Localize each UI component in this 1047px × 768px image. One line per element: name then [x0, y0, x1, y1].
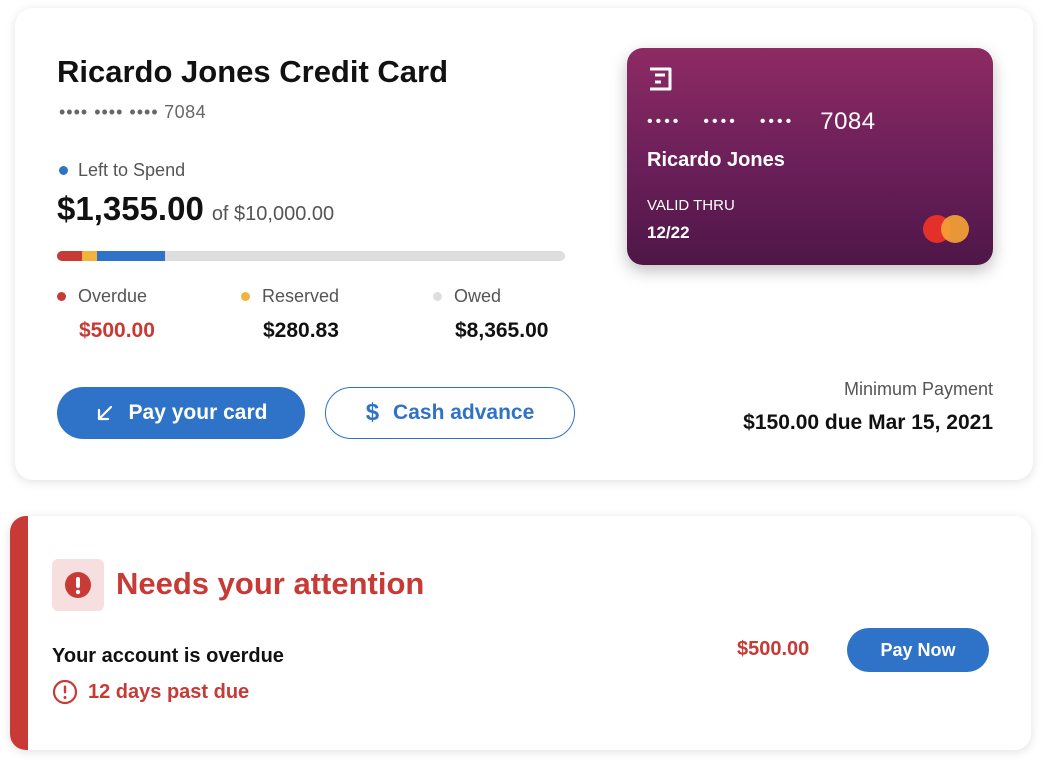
cash-advance-label: Cash advance — [393, 401, 535, 424]
past-due-text: 12 days past due — [88, 680, 250, 703]
usage-bar-left-segment — [96, 251, 166, 261]
cash-advance-button[interactable]: $ Cash advance — [325, 387, 575, 439]
left-to-spend-label-row: Left to Spend — [59, 160, 185, 181]
past-due-status: 12 days past due — [52, 679, 249, 705]
card-number-last4: 7084 — [820, 108, 876, 135]
alert-icon-box — [52, 559, 104, 611]
masked-card-last4: 7084 — [164, 102, 207, 122]
card-number-dots: •••• — [759, 113, 795, 130]
legend-overdue-value: $500.00 — [79, 319, 155, 342]
legend-reserved: Reserved $280.83 — [241, 286, 339, 343]
valid-thru-value: 12/22 — [647, 223, 690, 242]
usage-bar-reserved-segment — [82, 251, 97, 261]
legend-owed-value: $8,365.00 — [455, 319, 549, 342]
minimum-payment-value: $150.00 due Mar 15, 2021 — [743, 411, 993, 434]
legend-overdue-label: Overdue — [78, 286, 148, 306]
credit-card-graphic: •••• •••• •••• 7084 Ricardo Jones VALID … — [627, 48, 993, 265]
exclamation-circle-icon — [65, 572, 91, 598]
credit-card-summary-panel: Ricardo Jones Credit Card •••• •••• ••••… — [15, 8, 1033, 480]
usage-bar-overdue-segment — [57, 251, 83, 261]
card-holder-name: Ricardo Jones — [647, 149, 785, 171]
overdue-dot-icon — [57, 292, 66, 301]
credit-limit: of $10,000.00 — [211, 203, 335, 225]
pay-now-button[interactable]: Pay Now — [847, 628, 989, 672]
card-number: •••• •••• •••• 7084 — [647, 108, 876, 136]
dollar-sign-icon: $ — [365, 399, 380, 426]
arrow-down-left-icon — [97, 405, 112, 421]
card-number-dots: •••• — [703, 113, 738, 130]
legend-owed: Owed $8,365.00 — [433, 286, 548, 343]
legend-owed-label: Owed — [454, 286, 502, 306]
attention-alert-panel: Needs your attention Your account is ove… — [10, 516, 1031, 750]
left-to-spend-label: Left to Spend — [78, 160, 186, 180]
alert-accent-stripe — [10, 516, 28, 750]
masked-card-number: •••• •••• •••• 7084 — [59, 102, 206, 123]
page-title: Ricardo Jones Credit Card — [57, 54, 449, 89]
reserved-dot-icon — [241, 292, 250, 301]
warning-circle-icon — [52, 679, 78, 705]
mastercard-logo-icon — [923, 215, 969, 243]
legend-overdue: Overdue $500.00 — [57, 286, 155, 343]
legend-reserved-value: $280.83 — [263, 319, 339, 342]
valid-thru-label: VALID THRU — [647, 197, 735, 214]
overdue-amount: $500.00 — [737, 638, 810, 660]
masked-card-dots: •••• •••• •••• — [59, 102, 159, 122]
owed-dot-icon — [433, 292, 442, 301]
left-to-spend-amount: $1,355.00 — [57, 190, 204, 227]
alert-title: Needs your attention — [116, 566, 425, 601]
minimum-payment-label: Minimum Payment — [843, 379, 993, 399]
alert-message: Your account is overdue — [52, 645, 284, 667]
credit-usage-bar — [57, 251, 565, 261]
pay-your-card-label: Pay your card — [128, 401, 268, 424]
pay-your-card-button[interactable]: Pay your card — [57, 387, 305, 439]
card-number-dots: •••• — [647, 113, 682, 130]
bank-logo-icon — [650, 67, 672, 91]
left-to-spend-amount-row: $1,355.00 of $10,000.00 — [57, 190, 334, 228]
legend-reserved-label: Reserved — [262, 286, 340, 306]
left-to-spend-dot-icon — [59, 166, 68, 175]
